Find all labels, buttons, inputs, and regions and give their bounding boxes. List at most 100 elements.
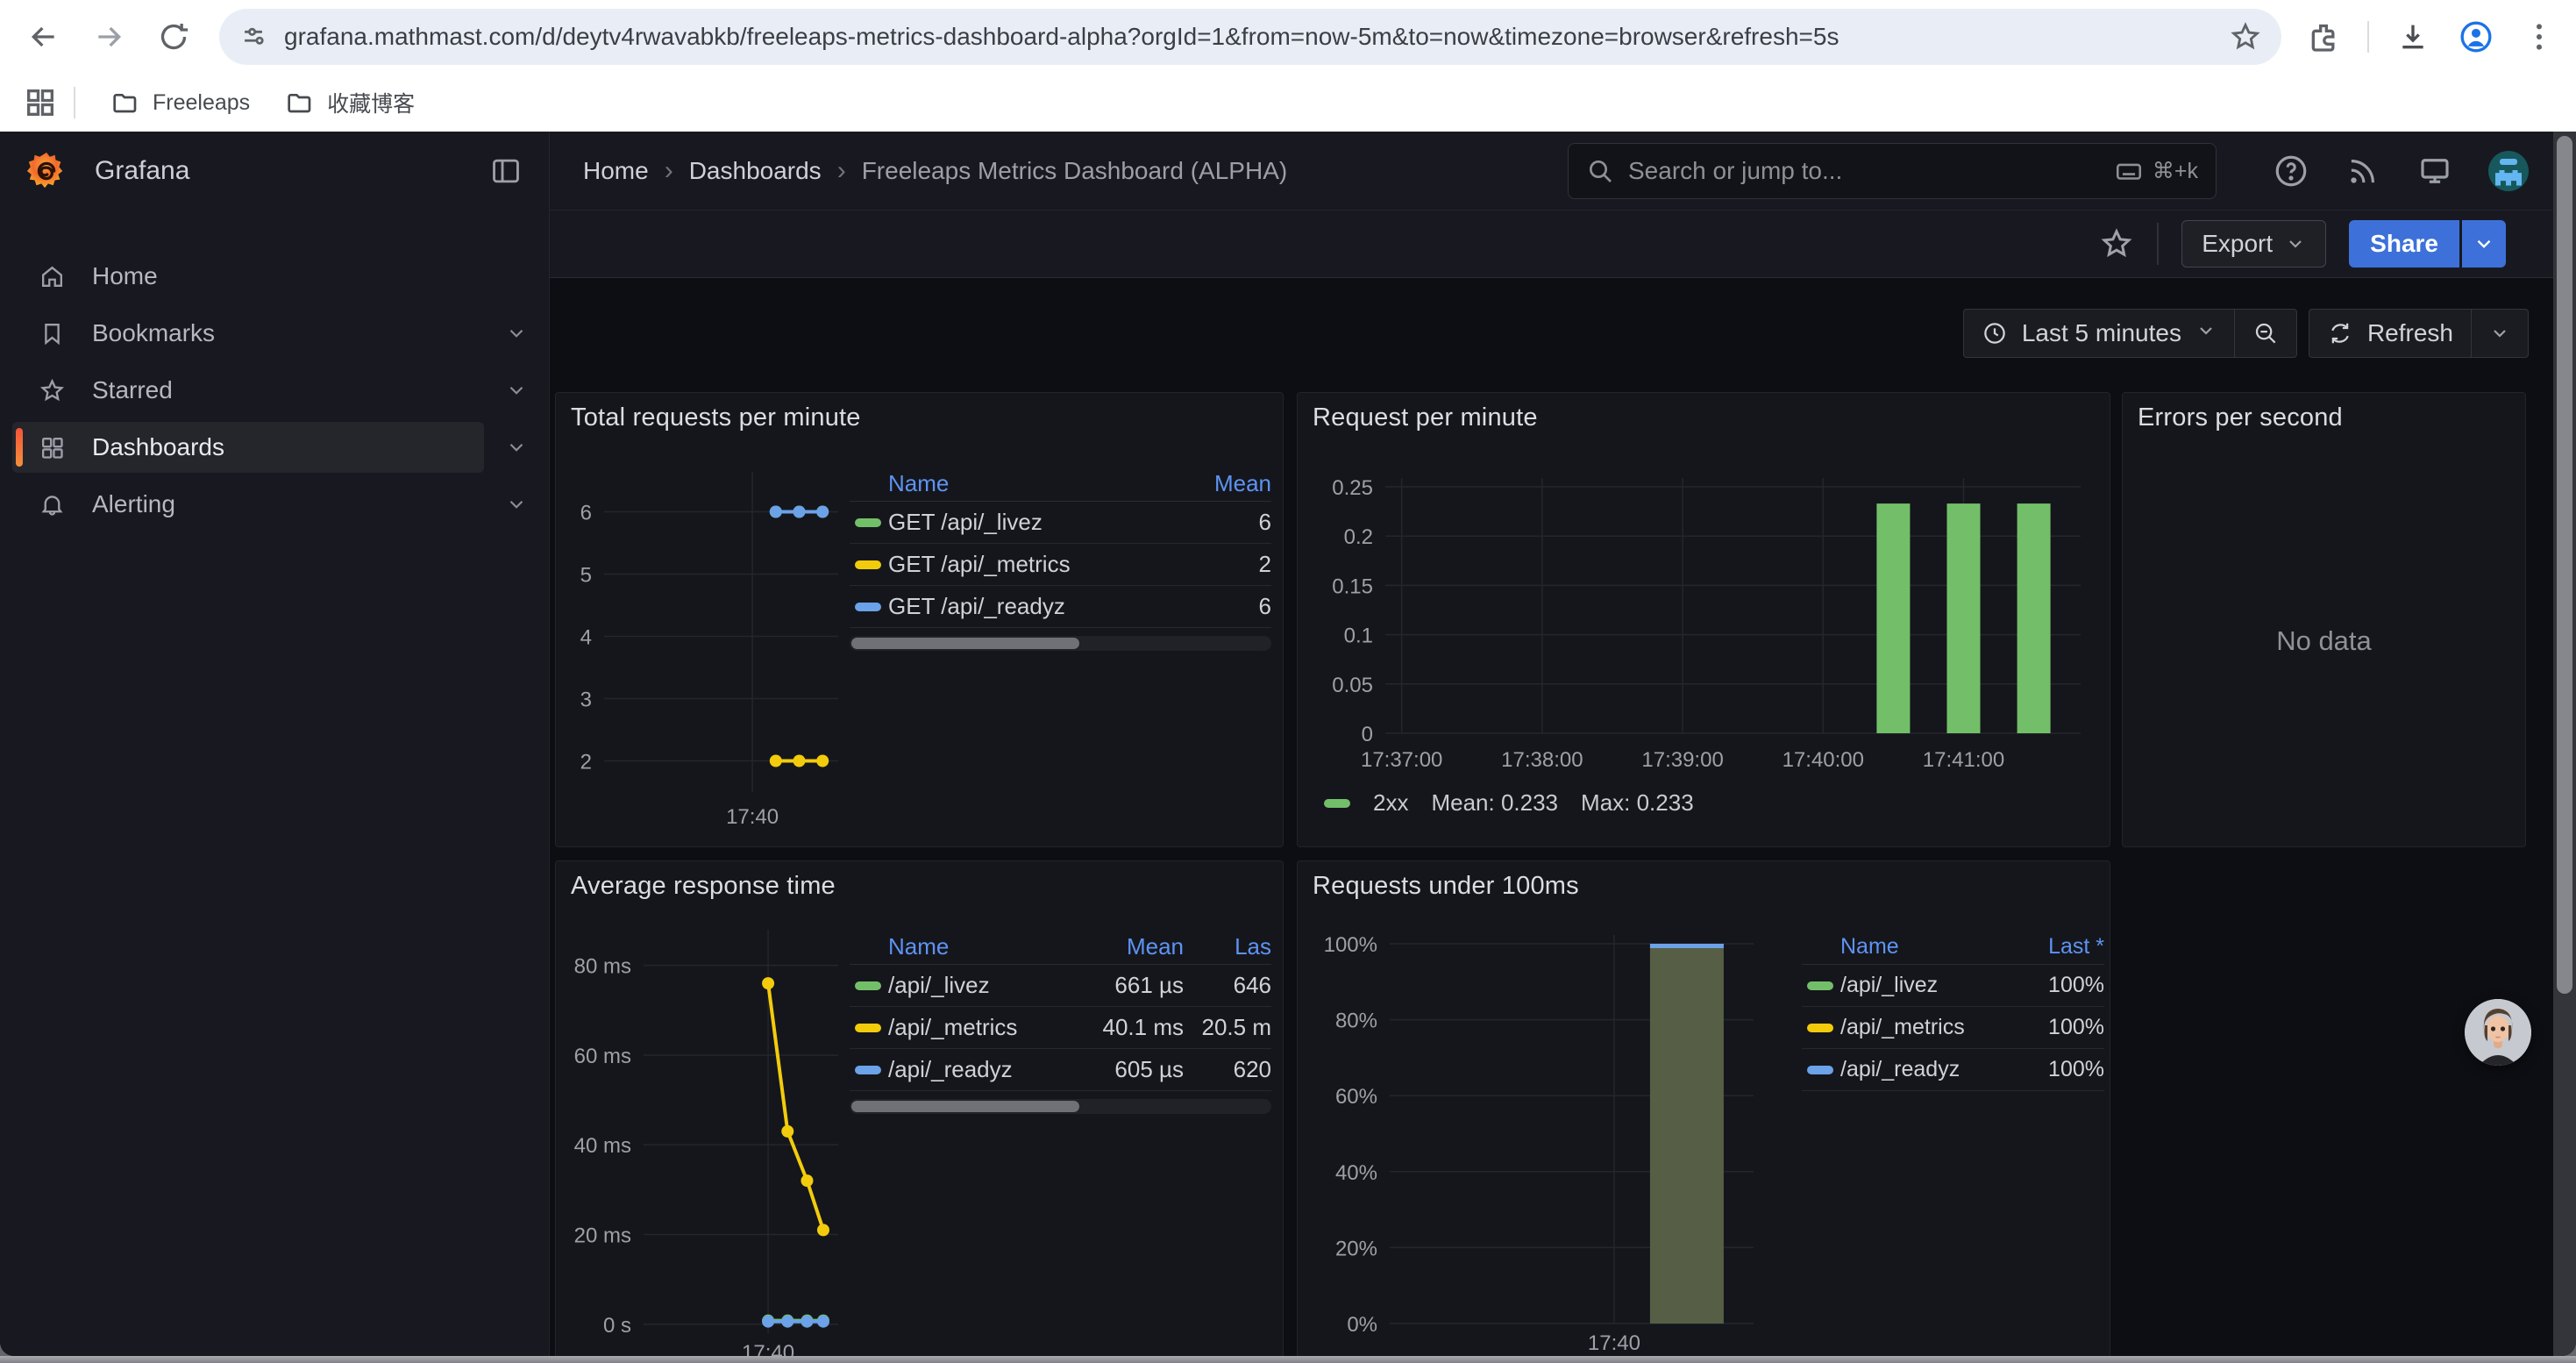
legend-column-header[interactable]: Mean — [1070, 933, 1184, 960]
series-value: 100% — [1999, 1057, 2104, 1082]
series-value: 646 — [1184, 972, 1271, 999]
share-button[interactable]: Share — [2349, 220, 2459, 268]
series-name[interactable]: GET /api/_readyz — [888, 593, 1166, 620]
monitor-icon[interactable] — [2416, 153, 2453, 189]
topbar: Home › Dashboards › Freeleaps Metrics Da… — [550, 132, 2553, 211]
assistant-avatar[interactable] — [2465, 999, 2531, 1066]
legend-scrollbar[interactable] — [850, 636, 1271, 651]
breadcrumb-home[interactable]: Home — [583, 157, 649, 185]
refresh-interval-button[interactable] — [2471, 310, 2528, 357]
breadcrumb-current: Freeleaps Metrics Dashboard (ALPHA) — [862, 157, 1288, 185]
bookmark-folder-blogs[interactable]: 收藏博客 — [285, 87, 415, 118]
legend-row[interactable]: /api/_metrics100% — [1802, 1007, 2104, 1049]
bar-chart[interactable]: 0.250.20.150.10.05017:37:0017:38:0017:39… — [1298, 393, 2111, 848]
legend-column-header[interactable]: Mean — [1166, 470, 1271, 497]
sidebar-item-starred[interactable]: Starred — [0, 365, 549, 416]
legend-row[interactable]: GET /api/_livez6 — [850, 502, 1271, 544]
grafana-logo[interactable] — [26, 151, 67, 191]
search-input[interactable]: Search or jump to... ⌘+k — [1568, 143, 2217, 199]
help-icon[interactable] — [2273, 153, 2309, 189]
tune-icon[interactable] — [238, 22, 268, 52]
zoom-out-button[interactable] — [2234, 310, 2296, 357]
sidebar-item-bookmarks[interactable]: Bookmarks — [0, 308, 549, 359]
svg-text:0.25: 0.25 — [1332, 476, 1373, 500]
svg-text:17:40: 17:40 — [742, 1341, 794, 1356]
search-shortcut: ⌘+k — [2114, 156, 2198, 186]
favorite-star-icon[interactable] — [2099, 226, 2134, 261]
series-name[interactable]: GET /api/_livez — [888, 509, 1166, 536]
legend-scrollbar[interactable] — [850, 1099, 1271, 1114]
series-name[interactable]: /api/_readyz — [1840, 1057, 1999, 1082]
sidebar-item-alerting[interactable]: Alerting — [0, 479, 549, 530]
refresh-button[interactable]: Refresh — [2309, 310, 2471, 357]
folder-icon — [110, 89, 139, 117]
legend-column-header[interactable]: Name — [888, 933, 1070, 960]
legend-row[interactable]: GET /api/_readyz6 — [850, 586, 1271, 628]
legend-column-header[interactable]: Las — [1184, 933, 1271, 960]
bookmark-star-icon[interactable] — [2229, 20, 2262, 54]
chevron-down-icon[interactable] — [484, 322, 549, 345]
series-pill — [855, 981, 881, 990]
series-name[interactable]: /api/_livez — [888, 972, 1070, 999]
extensions-icon[interactable] — [2304, 18, 2343, 56]
breadcrumb-dashboards[interactable]: Dashboards — [689, 157, 822, 185]
user-avatar[interactable] — [2488, 151, 2529, 191]
scrollbar-thumb[interactable] — [2557, 136, 2572, 994]
svg-text:5: 5 — [580, 564, 592, 588]
chevron-down-icon[interactable] — [484, 379, 549, 402]
series-value: 6 — [1166, 593, 1271, 620]
window-bottom-edge — [0, 1356, 2576, 1363]
download-icon[interactable] — [2394, 18, 2432, 56]
svg-text:0: 0 — [1362, 723, 1373, 746]
panel-legend-inline: 2xx Mean: 0.233 Max: 0.233 — [1324, 789, 1694, 817]
svg-text:17:40:00: 17:40:00 — [1783, 748, 1864, 772]
url-bar[interactable]: grafana.mathmast.com/d/deytv4rwavabkb/fr… — [219, 9, 2281, 65]
legend-row[interactable]: /api/_metrics40.1 ms20.5 m — [850, 1007, 1271, 1049]
legend-column-header[interactable]: Last * — [1999, 934, 2104, 960]
series-pill — [1807, 1066, 1833, 1074]
sidebar-item-home[interactable]: Home — [0, 251, 549, 302]
panel-title[interactable]: Errors per second — [2138, 403, 2343, 432]
main-area: Home › Dashboards › Freeleaps Metrics Da… — [550, 132, 2553, 1356]
legend-row[interactable]: /api/_livez100% — [1802, 965, 2104, 1007]
series-name[interactable]: /api/_readyz — [888, 1056, 1070, 1083]
profile-icon[interactable] — [2457, 18, 2495, 56]
series-pill — [855, 560, 881, 569]
browser-scrollbar[interactable] — [2553, 132, 2576, 1356]
series-name[interactable]: /api/_metrics — [1840, 1015, 1999, 1040]
legend-row[interactable]: GET /api/_metrics2 — [850, 544, 1271, 586]
legend-row[interactable]: /api/_readyz100% — [1802, 1049, 2104, 1091]
share-menu-button[interactable] — [2462, 220, 2506, 268]
bookmark-folder-freeleaps[interactable]: Freeleaps — [110, 89, 250, 117]
bookmarks-bar: Freeleaps 收藏博客 — [0, 74, 2576, 132]
chevron-down-icon[interactable] — [484, 436, 549, 459]
series-pill — [855, 603, 881, 611]
legend-column-header[interactable]: Name — [1840, 934, 1999, 960]
legend-row[interactable]: /api/_livez661 µs646 — [850, 965, 1271, 1007]
chevron-down-icon — [2489, 323, 2510, 344]
rss-icon[interactable] — [2345, 153, 2381, 189]
time-range-picker[interactable]: Last 5 minutes — [1964, 310, 2234, 357]
panel-legend-table: NameLast */api/_livez100%/api/_metrics10… — [1802, 930, 2104, 1091]
svg-text:0.2: 0.2 — [1344, 525, 1373, 549]
series-name[interactable]: /api/_metrics — [888, 1014, 1070, 1041]
apps-grid-icon[interactable] — [21, 83, 60, 122]
series-name[interactable]: /api/_livez — [1840, 973, 1999, 998]
clock-icon — [1982, 320, 2008, 346]
back-icon[interactable] — [25, 18, 63, 56]
chevron-down-icon[interactable] — [484, 493, 549, 516]
svg-text:60 ms: 60 ms — [574, 1045, 631, 1068]
export-button[interactable]: Export — [2181, 220, 2326, 268]
legend-header: NameMean — [850, 467, 1271, 502]
series-name[interactable]: GET /api/_metrics — [888, 551, 1166, 578]
sidebar-item-dashboards[interactable]: Dashboards — [0, 422, 549, 473]
panel-toggle-icon[interactable] — [489, 154, 523, 188]
legend-column-header[interactable]: Name — [888, 470, 1166, 497]
legend-row[interactable]: /api/_readyz605 µs620 — [850, 1049, 1271, 1091]
reload-icon[interactable] — [154, 18, 193, 56]
series-name[interactable]: 2xx — [1373, 789, 1408, 817]
star-icon — [39, 377, 66, 404]
chevron-down-icon — [2473, 232, 2495, 255]
forward-icon[interactable] — [89, 18, 128, 56]
menu-dots-icon[interactable] — [2520, 18, 2558, 56]
